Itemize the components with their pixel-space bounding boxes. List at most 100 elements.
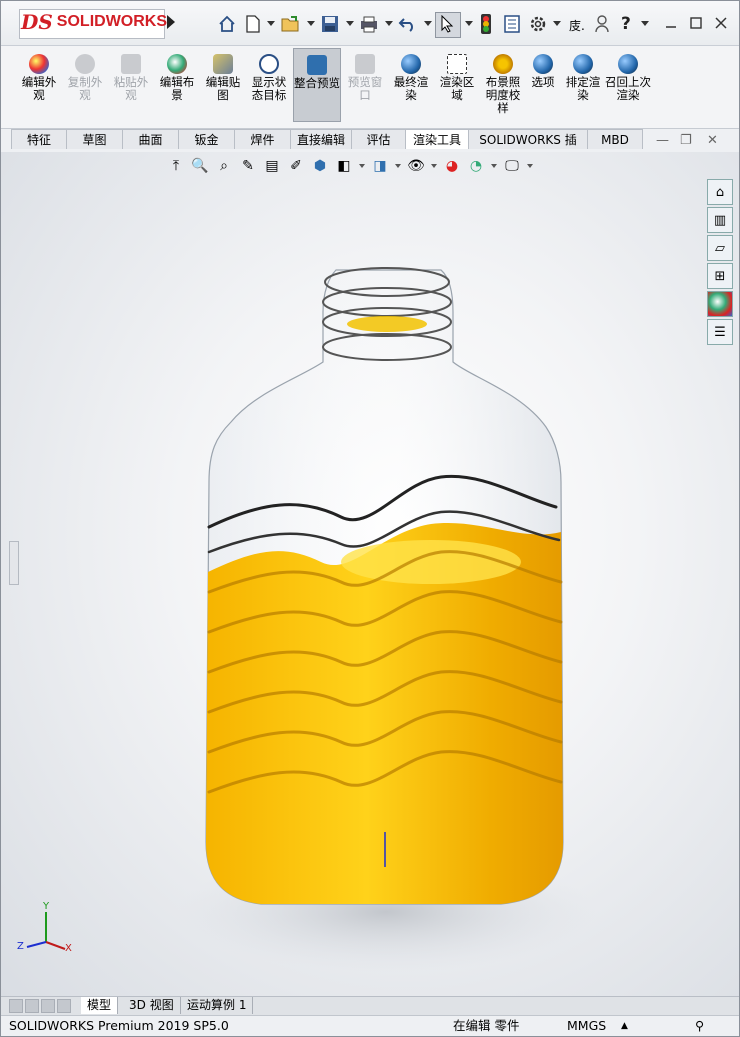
tab-surfaces[interactable]: 曲面 [122, 129, 179, 149]
feature-manager-expand-handle[interactable] [9, 541, 19, 585]
zoom-to-area-icon[interactable]: 🔍 [191, 157, 209, 175]
zoom-to-fit-icon[interactable]: ⤒ [167, 157, 185, 175]
tab-3d-views[interactable]: 3D 视图 [123, 997, 181, 1014]
tab-features[interactable]: 特征 [11, 129, 67, 149]
custom-properties-icon[interactable]: ☰ [707, 319, 733, 345]
user-icon[interactable] [595, 15, 609, 33]
tab-model[interactable]: 模型 [81, 997, 119, 1014]
file-explorer-icon[interactable]: ▱ [707, 235, 733, 261]
tab-sheet-metal[interactable]: 钣金 [178, 129, 235, 149]
doc-restore-icon[interactable]: ❐ [680, 133, 692, 148]
search-text[interactable]: 庋. [569, 17, 585, 34]
status-settings-icon[interactable]: ⚲ [695, 1016, 704, 1036]
options-gear-icon[interactable] [529, 15, 547, 33]
preview-window-button[interactable]: 预览窗口 [343, 54, 387, 102]
bottle-model[interactable]: Y X Z [1, 152, 739, 996]
section-view-icon[interactable]: ✎ [239, 157, 257, 175]
tab-motion-study-1[interactable]: 运动算例 1 [181, 997, 254, 1014]
edit-decal-button[interactable]: 编辑贴图 [201, 54, 245, 102]
display-style-icon[interactable]: ◧ [335, 157, 353, 175]
close-icon[interactable] [714, 15, 728, 34]
open-icon[interactable] [281, 15, 301, 33]
view-settings-icon[interactable]: ✐ [287, 157, 305, 175]
display-style-caret[interactable] [359, 164, 365, 168]
help-dropdown-caret[interactable] [641, 21, 649, 26]
first-tab-icon[interactable] [9, 999, 23, 1013]
doc-minimize-icon[interactable]: — [656, 133, 669, 148]
recall-last-render-button[interactable]: 召回上次渲染 [605, 54, 651, 102]
undo-icon[interactable] [398, 15, 418, 33]
tab-mbd[interactable]: MBD [587, 129, 643, 149]
appearances-scenes-icon[interactable] [707, 291, 733, 317]
save-dropdown-caret[interactable] [346, 21, 354, 26]
appearance-caret[interactable] [431, 164, 437, 168]
display-pane-caret[interactable] [527, 164, 533, 168]
print-dropdown-caret[interactable] [385, 21, 393, 26]
tab-sketch[interactable]: 草图 [66, 129, 123, 149]
file-properties-icon[interactable] [504, 15, 520, 33]
tab-solidworks-addins[interactable]: SOLIDWORKS 插件 [468, 129, 588, 167]
options-button[interactable]: 选项 [521, 54, 565, 89]
design-library-icon[interactable]: ▥ [707, 207, 733, 233]
last-tab-icon[interactable] [57, 999, 71, 1013]
save-icon[interactable] [321, 15, 339, 33]
integrated-preview-button[interactable]: 整合预览 [293, 48, 341, 122]
home-icon[interactable] [218, 15, 236, 33]
display-pane-icon[interactable]: 🖵 [503, 157, 521, 175]
triad-z-label: Z [17, 941, 24, 952]
hide-show-icon[interactable]: ◨ [371, 157, 389, 175]
unit-system[interactable]: MMGS [567, 1016, 606, 1036]
previous-view-icon[interactable]: ⌕ [215, 157, 233, 175]
edit-appearance-hud-icon[interactable]: 👁 [407, 157, 425, 175]
new-doc-icon[interactable] [245, 15, 261, 33]
traffic-light-icon[interactable] [480, 14, 492, 34]
print-icon[interactable] [359, 15, 379, 33]
copy-appearance-icon [75, 54, 95, 74]
orientation-triad: Y X Z [17, 901, 72, 954]
options-dropdown-caret[interactable] [553, 21, 561, 26]
schedule-render-button[interactable]: 排定渲染 [561, 54, 605, 102]
display-state-target-button[interactable]: 显示状态目标 [247, 54, 291, 102]
tab-render-tools[interactable]: 渲染工具 [405, 129, 469, 149]
paste-appearance-button[interactable]: 粘贴外观 [109, 54, 153, 102]
recall-last-render-label: 召回上次渲染 [605, 75, 651, 102]
view-palette-icon[interactable]: ⊞ [707, 263, 733, 289]
select-dropdown-caret[interactable] [465, 21, 473, 26]
minimize-icon[interactable] [664, 15, 678, 34]
help-icon[interactable]: ? [621, 14, 631, 34]
graphics-area[interactable]: Y X Z [1, 152, 739, 996]
hide-show-caret[interactable] [395, 164, 401, 168]
scene-caret[interactable] [491, 164, 497, 168]
copy-appearance-button[interactable]: 复制外观 [63, 54, 107, 102]
undo-dropdown-caret[interactable] [424, 21, 432, 26]
tab-direct-editing[interactable]: 直接编辑 [290, 129, 352, 149]
solidworks-logo[interactable]: DS SOLIDWORKS [21, 7, 167, 37]
prev-tab-icon[interactable] [25, 999, 39, 1013]
render-region-button[interactable]: 渲染区域 [435, 54, 479, 102]
tab-scroll-arrows[interactable] [9, 999, 71, 1013]
lighting-proof-button[interactable]: 布景照明度校样 [481, 54, 525, 115]
tab-evaluate[interactable]: 评估 [351, 129, 406, 149]
solidworks-resources-icon[interactable]: ⌂ [707, 179, 733, 205]
triad-x-label: X [65, 943, 72, 954]
new-dropdown-caret[interactable] [267, 21, 275, 26]
logo-text: SOLIDWORKS [56, 13, 168, 30]
dynamic-annotation-icon[interactable]: ▤ [263, 157, 281, 175]
doc-close-icon[interactable]: ✕ [707, 133, 718, 148]
apply-scene-icon[interactable]: ◕ [443, 157, 461, 175]
edit-scene-button[interactable]: 编辑布景 [155, 54, 199, 102]
final-render-button[interactable]: 最终渲染 [389, 54, 433, 102]
edit-appearance-button[interactable]: 编辑外观 [17, 54, 61, 102]
open-dropdown-caret[interactable] [307, 21, 315, 26]
scene-icon [167, 54, 187, 74]
view-orientation-icon[interactable]: ⬢ [311, 157, 329, 175]
recall-render-icon [618, 54, 638, 74]
restore-icon[interactable] [689, 15, 703, 34]
tab-weldments[interactable]: 焊件 [234, 129, 291, 149]
units-caret-icon[interactable]: ▲ [621, 1016, 628, 1036]
menu-expand-arrow-icon[interactable] [167, 15, 175, 29]
scene-hud-icon[interactable]: ◔ [467, 157, 485, 175]
next-tab-icon[interactable] [41, 999, 55, 1013]
select-cursor-icon[interactable] [440, 15, 454, 33]
liquid-surface [341, 540, 521, 584]
